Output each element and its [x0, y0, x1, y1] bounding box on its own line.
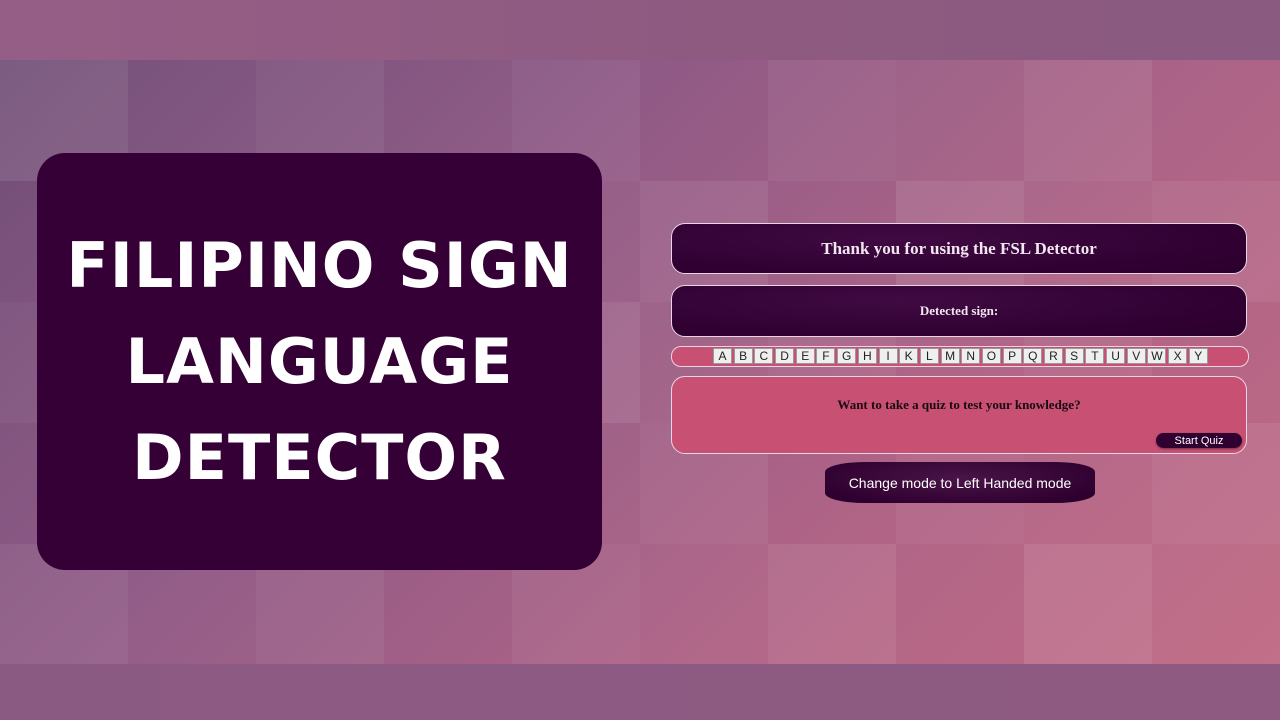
thanks-panel: Thank you for using the FSL Detector [671, 223, 1247, 274]
alphabet-key[interactable]: S [1064, 348, 1084, 364]
alphabet-key[interactable]: H [857, 348, 877, 364]
alphabet-key[interactable]: Y [1188, 348, 1208, 364]
mosaic-tile [1024, 60, 1152, 181]
top-band [0, 0, 1280, 60]
alphabet-key[interactable]: I [878, 348, 898, 364]
alphabet-key[interactable]: A [713, 348, 732, 364]
mosaic-tile [640, 544, 768, 665]
mosaic-tile [1024, 544, 1152, 665]
mosaic-tile [1152, 60, 1280, 181]
alphabet-key[interactable]: G [837, 348, 857, 364]
alphabet-key[interactable]: P [1002, 348, 1022, 364]
title-card: FILIPINO SIGN LANGUAGE DETECTOR [37, 153, 602, 570]
alphabet-key[interactable]: R [1044, 348, 1063, 364]
mosaic-tile [768, 544, 896, 665]
quiz-prompt: Want to take a quiz to test your knowled… [837, 397, 1081, 412]
alphabet-key[interactable]: V [1126, 348, 1146, 364]
alphabet-key[interactable]: N [961, 348, 981, 364]
change-mode-button[interactable]: Change mode to Left Handed mode [825, 462, 1095, 503]
alphabet-key[interactable]: W [1147, 348, 1167, 364]
detected-sign-panel: Detected sign: [671, 285, 1247, 337]
mosaic-tile [896, 60, 1024, 181]
detected-sign-label: Detected sign: [919, 303, 999, 318]
alphabet-bar: ABCDEFGHIKLMNOPQRSTUVWXY [671, 346, 1249, 367]
alphabet-key[interactable]: E [795, 348, 815, 364]
quiz-panel: Want to take a quiz to test your knowled… [671, 376, 1247, 454]
alphabet-keys: ABCDEFGHIKLMNOPQRSTUVWXY [713, 348, 1210, 364]
mosaic-tile [640, 60, 768, 181]
page-title: FILIPINO SIGN LANGUAGE DETECTOR [66, 228, 573, 494]
alphabet-key[interactable]: O [981, 348, 1001, 364]
alphabet-key[interactable]: T [1085, 348, 1105, 364]
alphabet-key[interactable]: K [899, 348, 919, 364]
alphabet-key[interactable]: B [733, 348, 753, 364]
start-quiz-button[interactable]: Start Quiz [1156, 433, 1242, 448]
thanks-message: Thank you for using the FSL Detector [821, 238, 1097, 258]
alphabet-key[interactable]: C [754, 348, 774, 364]
bottom-band [0, 664, 1280, 720]
alphabet-key[interactable]: L [919, 348, 939, 364]
alphabet-key[interactable]: D [775, 348, 795, 364]
alphabet-key[interactable]: M [940, 348, 960, 364]
alphabet-key[interactable]: F [816, 348, 836, 364]
alphabet-key[interactable]: Q [1023, 348, 1043, 364]
mosaic-tile [1152, 544, 1280, 665]
mosaic-tile [896, 544, 1024, 665]
alphabet-key[interactable]: X [1168, 348, 1188, 364]
mosaic-tile [768, 60, 896, 181]
alphabet-key[interactable]: U [1106, 348, 1126, 364]
